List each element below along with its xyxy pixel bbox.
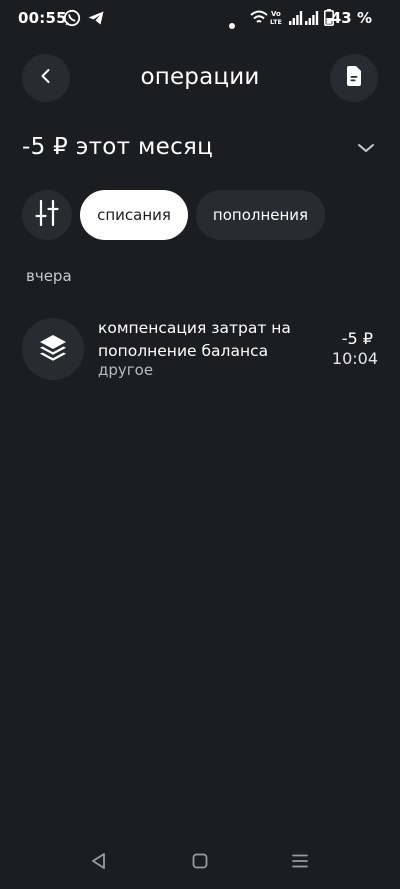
date-group-label: вчера	[26, 267, 72, 285]
filter-settings-button[interactable]	[22, 190, 72, 240]
document-button[interactable]	[330, 54, 378, 102]
system-nav-bar	[0, 840, 400, 889]
chevron-down-icon	[356, 141, 376, 160]
chip-expenses-label: списания	[97, 206, 171, 224]
period-expand-button[interactable]	[356, 140, 376, 160]
notification-dot-icon	[229, 14, 235, 33]
transaction-category: другое	[98, 361, 154, 379]
chip-expenses[interactable]: списания	[80, 190, 188, 240]
wifi-icon	[250, 10, 268, 29]
transaction-amount: -5 ₽	[341, 329, 373, 348]
back-triangle-icon[interactable]	[90, 852, 108, 874]
svg-text:LTE: LTE	[270, 18, 282, 26]
transaction-row[interactable]: компенсация затрат на пополнение баланса…	[0, 310, 400, 390]
svg-text:Vo: Vo	[271, 10, 281, 18]
signal-icon	[305, 10, 319, 29]
chip-topups[interactable]: пополнения	[196, 190, 325, 240]
status-time: 00:55	[18, 9, 67, 27]
volte-icon: Vo LTE	[270, 9, 286, 30]
battery-percent: 43 %	[330, 9, 372, 27]
signal-icon	[289, 10, 303, 29]
whatsapp-icon	[63, 9, 81, 31]
menu-lines-icon[interactable]	[291, 852, 309, 874]
telegram-icon	[87, 9, 105, 31]
status-bar: 00:55 Vo LTE 43 %	[0, 0, 400, 36]
transaction-title: компенсация затрат на пополнение баланса	[98, 319, 291, 360]
period-summary[interactable]: -5 ₽ этот месяц	[22, 134, 213, 160]
transaction-icon-circle	[22, 318, 84, 380]
chip-topups-label: пополнения	[212, 206, 309, 224]
sliders-icon	[35, 199, 59, 230]
home-square-icon[interactable]	[192, 852, 208, 874]
document-icon	[346, 66, 362, 90]
layers-icon	[38, 333, 68, 365]
transaction-time: 10:04	[331, 349, 378, 368]
